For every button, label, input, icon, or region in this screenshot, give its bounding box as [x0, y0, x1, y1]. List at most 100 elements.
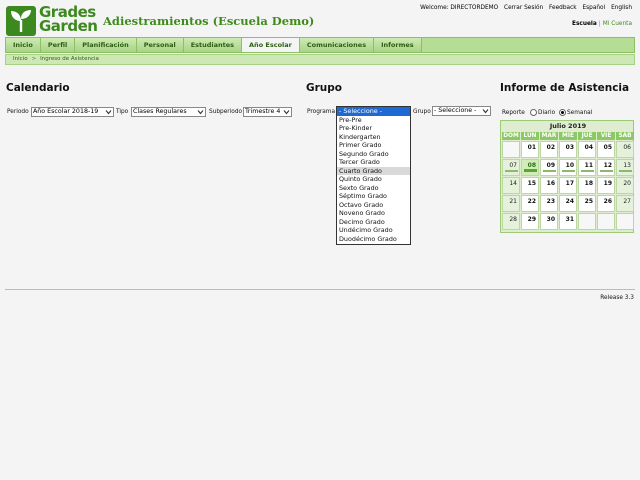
calendar-day[interactable]: 10 [559, 159, 577, 176]
calendar-day[interactable]: 06 [616, 141, 634, 158]
programa-dropdown-list[interactable]: - Seleccione - Pre-Pre Pre-Kinder Kindergar… [336, 106, 411, 245]
programa-option[interactable]: Pre-Pre [337, 116, 410, 125]
attendance-bar [600, 170, 613, 172]
calendar-day-number: 11 [584, 162, 593, 169]
main-nav: Inicio Perfil Planificación Personal Est… [5, 37, 635, 53]
subperiodo-select[interactable]: Trimestre 4 [243, 107, 292, 117]
brand-name: Grades Garden [39, 5, 98, 34]
calendar-day[interactable]: 17 [559, 177, 577, 194]
separator: | [598, 21, 601, 27]
calendar-day[interactable]: 29 [521, 213, 539, 230]
calendar-day[interactable]: 04 [578, 141, 596, 158]
calendar-day[interactable]: 09 [540, 159, 558, 176]
calendar-day-number: 01 [527, 144, 536, 151]
semanal-label[interactable]: Semanal [567, 110, 592, 116]
programa-option[interactable]: Segundo Grado [337, 150, 410, 159]
calendar-day[interactable]: 07 [502, 159, 520, 176]
mi-cuenta-link[interactable]: Mi Cuenta [603, 21, 632, 27]
english-link[interactable]: English [611, 5, 632, 11]
calendar-day[interactable]: 08 [521, 159, 539, 176]
semanal-radio[interactable] [559, 109, 566, 116]
subperiodo-value: Trimestre 4 [245, 108, 281, 115]
periodo-label: Periodo [7, 109, 29, 115]
tab-personal[interactable]: Personal [136, 38, 184, 52]
calendar-day[interactable]: 01 [521, 141, 539, 158]
tab-informes[interactable]: Informes [374, 38, 422, 52]
grupo-heading: Grupo [306, 82, 343, 94]
programa-option[interactable]: - Seleccione - [337, 107, 410, 116]
logout-link[interactable]: Cerrar Sesión [504, 5, 543, 11]
calendar-day[interactable]: 18 [578, 177, 596, 194]
grades-garden-logo[interactable]: Grades Garden [6, 5, 98, 36]
calendar-day[interactable]: 28 [502, 213, 520, 230]
calendar-day[interactable]: 05 [597, 141, 615, 158]
calendar-dow-header: MIÉ [559, 132, 577, 140]
calendar-day-number: 02 [546, 144, 555, 151]
breadcrumb-home[interactable]: Inicio [13, 56, 28, 62]
calendar-day-number: 30 [546, 216, 555, 223]
programa-option[interactable]: Duodécimo Grado [337, 235, 410, 244]
periodo-select[interactable]: Año Escolar 2018-19 [31, 107, 114, 117]
chevron-down-icon [197, 110, 204, 115]
calendar-day-number: 28 [509, 216, 517, 223]
calendar-day-number: 07 [509, 162, 517, 169]
calendar-day[interactable]: 30 [540, 213, 558, 230]
calendar-day[interactable]: 23 [540, 195, 558, 212]
programa-option[interactable]: Decimo Grado [337, 218, 410, 227]
calendar-day[interactable]: 31 [559, 213, 577, 230]
programa-option[interactable]: Noveno Grado [337, 209, 410, 218]
calendar-day[interactable]: 16 [540, 177, 558, 194]
diario-radio[interactable] [530, 109, 537, 116]
calendar-day-number: 22 [527, 198, 536, 205]
tab-estudiantes[interactable]: Estudiantes [183, 38, 243, 52]
calendar-day[interactable]: 11 [578, 159, 596, 176]
programa-option[interactable]: Kindergarten [337, 133, 410, 142]
calendario-heading: Calendario [6, 82, 70, 94]
tipo-select[interactable]: Clases Regulares [131, 107, 206, 117]
calendar-day-number: 20 [623, 180, 631, 187]
tab-perfil[interactable]: Perfil [40, 38, 76, 52]
programa-option[interactable]: Quinto Grado [337, 175, 410, 184]
calendar-day[interactable]: 24 [559, 195, 577, 212]
tab-planificacion[interactable]: Planificación [75, 38, 137, 52]
calendar-day[interactable]: 27 [616, 195, 634, 212]
calendar-day[interactable]: 03 [559, 141, 577, 158]
diario-label[interactable]: Diario [538, 110, 555, 116]
calendar-day-number: 04 [584, 144, 593, 151]
grupo-select[interactable]: - Seleccione - [432, 106, 491, 116]
tab-comunicaciones[interactable]: Comunicaciones [299, 38, 375, 52]
page: Grades Garden Adiestramientos (Escuela D… [0, 0, 640, 480]
calendar-day-number: 16 [546, 180, 555, 187]
programa-option[interactable]: Primer Grado [337, 141, 410, 150]
programa-option[interactable]: Tercer Grado [337, 158, 410, 167]
calendar-day-number: 31 [565, 216, 574, 223]
periodo-value: Año Escolar 2018-19 [33, 108, 99, 115]
calendar-day[interactable]: 13 [616, 159, 634, 176]
escuela-link[interactable]: Escuela [572, 21, 597, 27]
calendar-day[interactable]: 14 [502, 177, 520, 194]
calendar-day[interactable]: 12 [597, 159, 615, 176]
calendar-empty-cell [616, 213, 634, 230]
calendar-day[interactable]: 21 [502, 195, 520, 212]
calendar-day[interactable]: 20 [616, 177, 634, 194]
spanish-link[interactable]: Español [582, 5, 605, 11]
programa-option[interactable]: Undécimo Grado [337, 226, 410, 235]
tab-ano-escolar[interactable]: Año Escolar [242, 38, 300, 52]
tipo-value: Clases Regulares [133, 108, 187, 115]
programa-option[interactable]: Octavo Grado [337, 201, 410, 210]
calendar-day-number: 09 [546, 162, 555, 169]
tab-inicio[interactable]: Inicio [6, 38, 41, 52]
calendar-day[interactable]: 02 [540, 141, 558, 158]
calendar-day[interactable]: 19 [597, 177, 615, 194]
programa-option[interactable]: Pre-Kinder [337, 124, 410, 133]
calendar-day[interactable]: 26 [597, 195, 615, 212]
breadcrumb-current: Ingreso de Asistencia [40, 56, 99, 62]
calendar-day[interactable]: 25 [578, 195, 596, 212]
programa-option[interactable]: Cuarto Grado [337, 166, 410, 175]
calendar-day[interactable]: 15 [521, 177, 539, 194]
calendar-day[interactable]: 22 [521, 195, 539, 212]
programa-option[interactable]: Sexto Grado [337, 184, 410, 193]
feedback-link[interactable]: Feedback [549, 5, 577, 11]
programa-option[interactable]: Séptimo Grado [337, 192, 410, 201]
calendar-dow-header: VIE [597, 132, 615, 140]
